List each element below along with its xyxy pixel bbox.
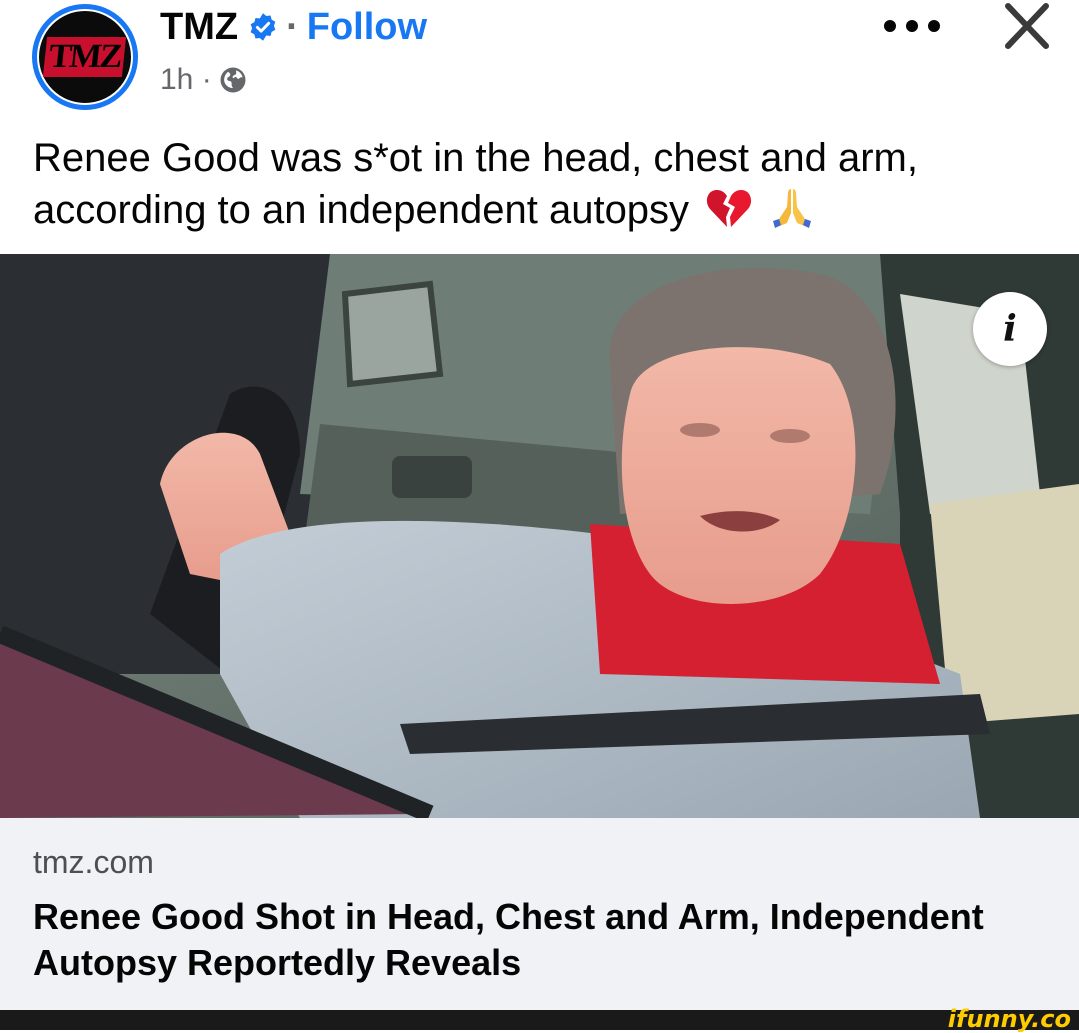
watermark: ifunny.co (947, 1005, 1071, 1033)
avatar-ring: TMZ (37, 9, 133, 105)
timestamp[interactable]: 1h · (160, 63, 212, 97)
verified-badge-icon (250, 13, 276, 41)
name-row: TMZ · Follow (160, 2, 427, 52)
praying-hands-icon (773, 189, 812, 228)
post-meta: 1h · (160, 58, 248, 102)
post-caption: Renee Good was s*ot in the head, chest a… (33, 132, 1033, 236)
more-dot-icon (884, 20, 896, 32)
link-title[interactable]: Renee Good Shot in Head, Chest and Arm, … (33, 894, 1043, 986)
tmz-logo: TMZ (43, 37, 127, 77)
article-photo[interactable]: i (0, 254, 1079, 818)
broken-heart-icon (707, 190, 752, 227)
photo-illustration (0, 254, 1079, 818)
more-options-button[interactable] (884, 14, 940, 38)
close-icon[interactable] (1000, 0, 1054, 54)
page-name[interactable]: TMZ (160, 6, 238, 49)
name-separator: · (286, 5, 299, 48)
info-button[interactable]: i (973, 292, 1047, 366)
follow-button[interactable]: Follow (307, 6, 427, 49)
link-domain: tmz.com (33, 844, 154, 880)
post-header: TMZ TMZ · Follow 1h · (0, 0, 1079, 120)
more-dot-icon (906, 20, 918, 32)
globe-icon (220, 67, 246, 93)
more-dot-icon (928, 20, 940, 32)
avatar[interactable]: TMZ (32, 4, 138, 110)
footer-bar (0, 1010, 1079, 1030)
